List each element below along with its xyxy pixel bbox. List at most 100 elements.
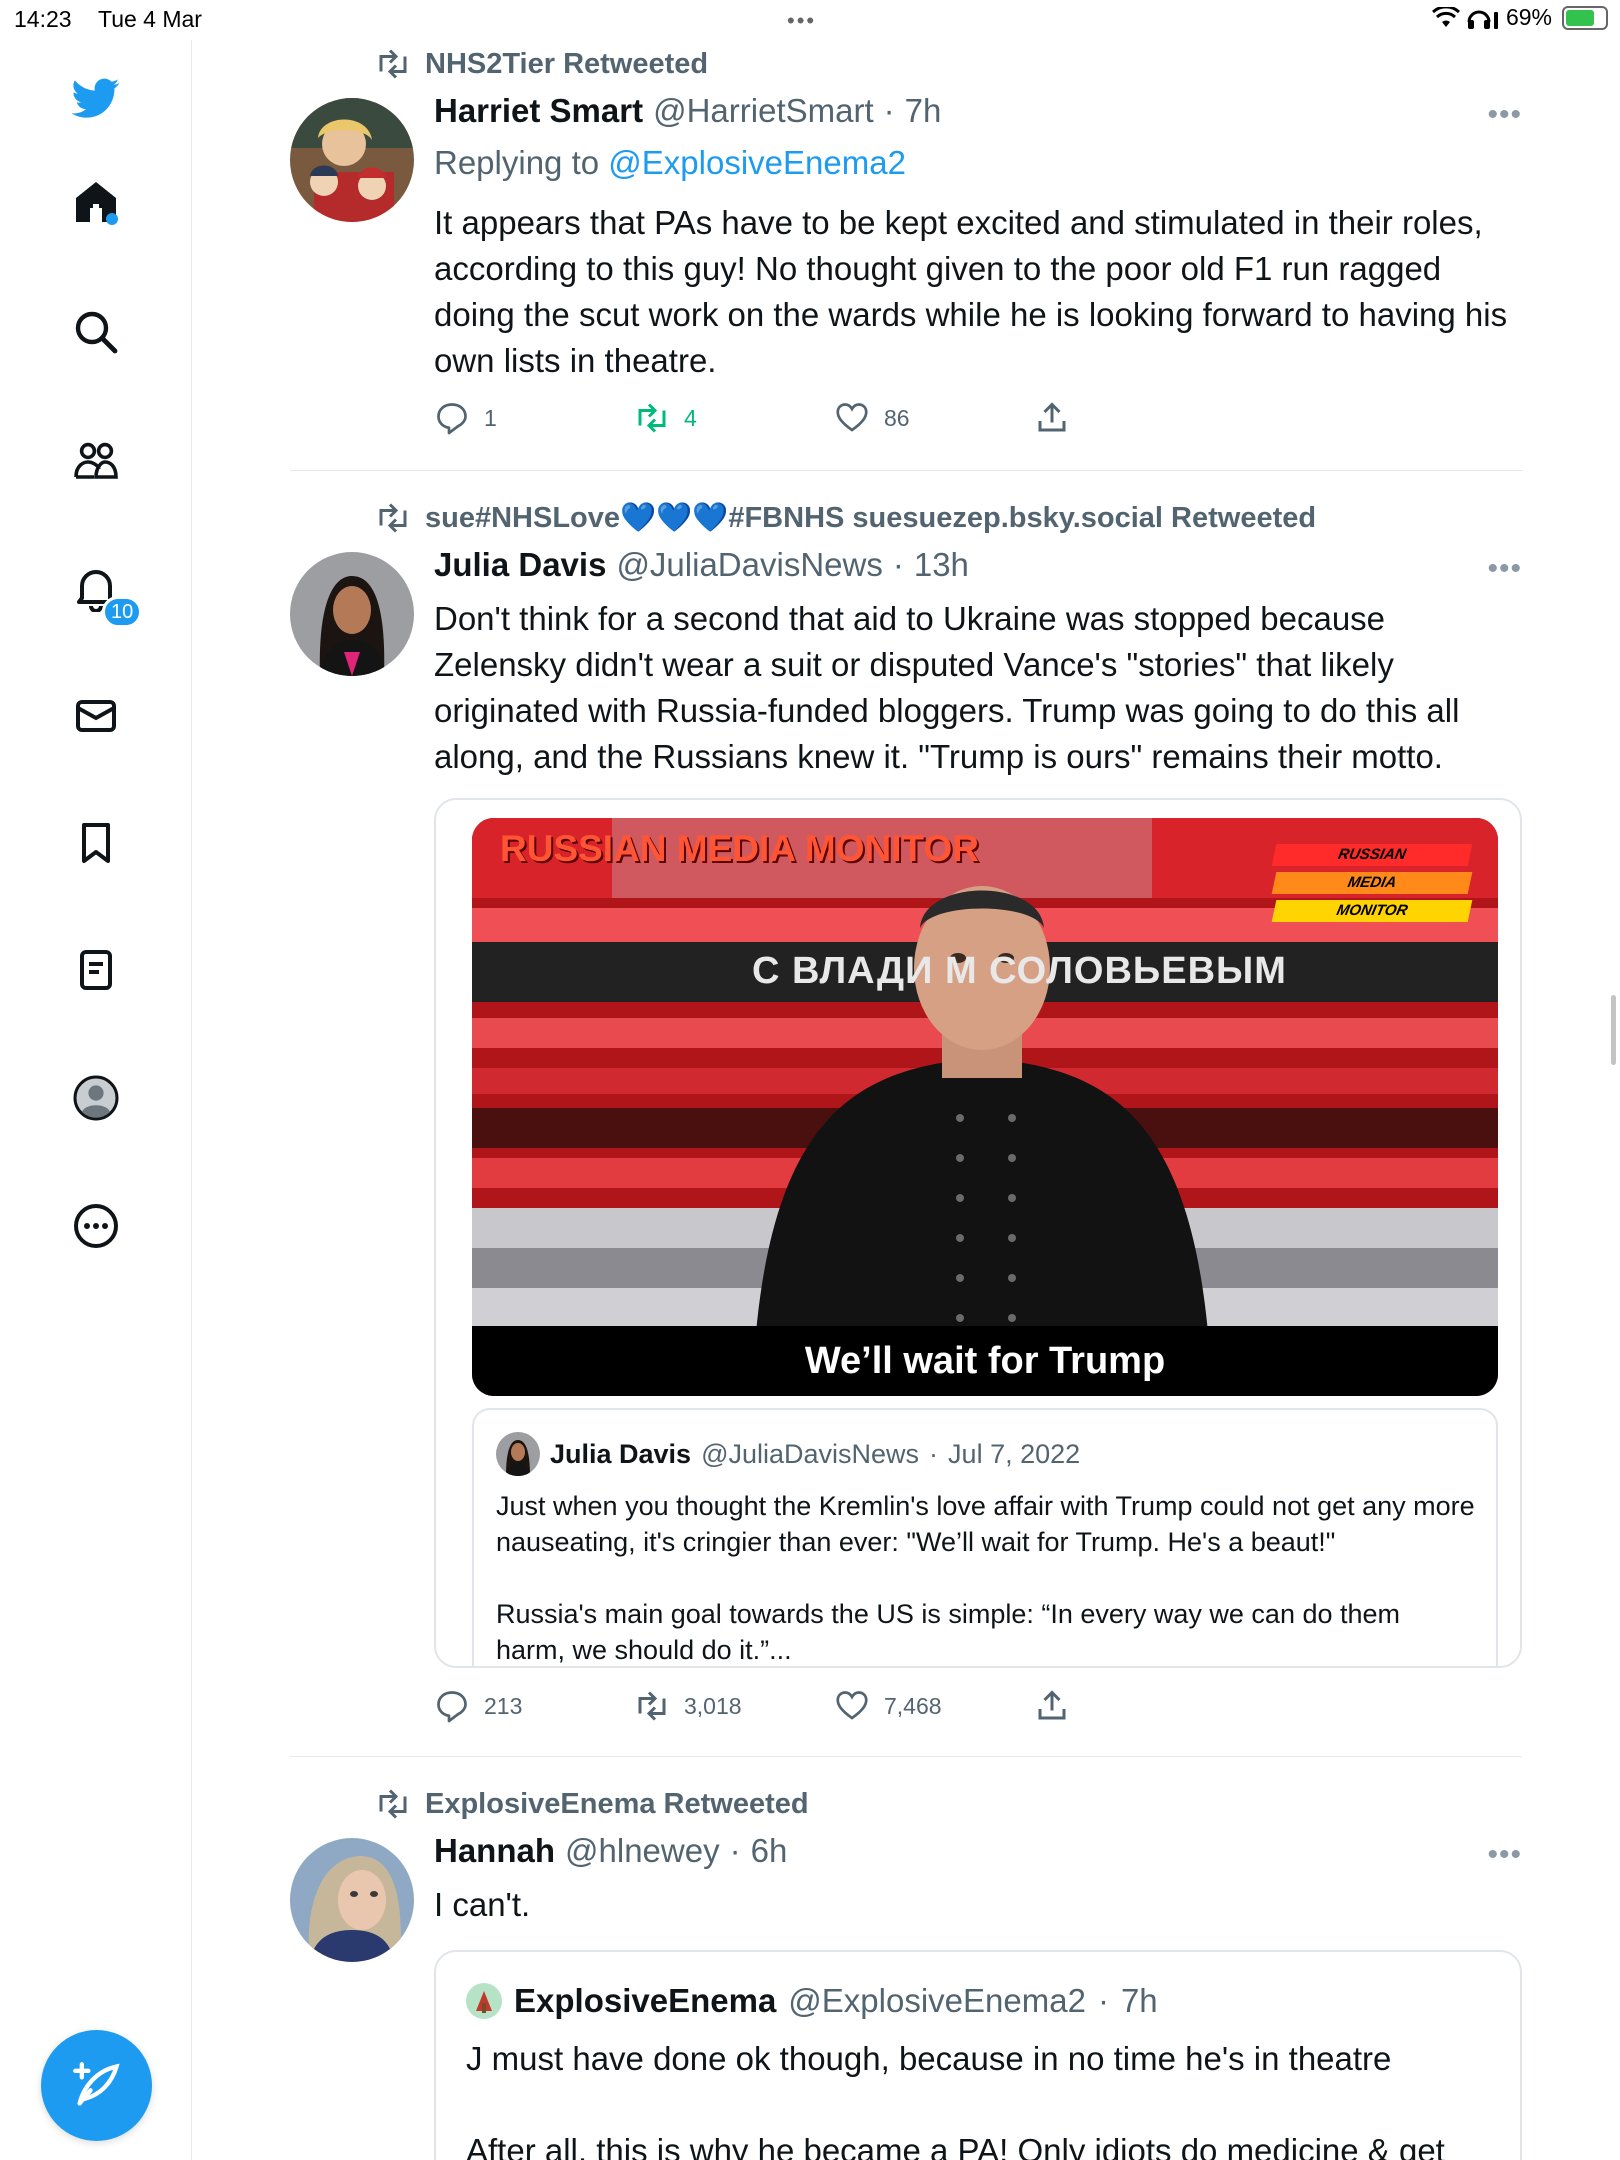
retweeted-by-label[interactable]: ExplosiveEnema Retweeted [425,1788,809,1821]
quoted-text: Just when you thought the Kremlin's love… [496,1491,1475,1557]
tweet-header: Hannah @hlnewey · 6h [434,1832,787,1870]
retweeted-by-label[interactable]: NHS2Tier Retweeted [425,48,708,81]
avatar[interactable] [290,98,414,222]
avatar[interactable] [290,1838,414,1962]
logo-line: MEDIA [1271,872,1473,894]
tweet-header: Harriet Smart @HarrietSmart · 7h [434,92,941,130]
separator-dot: · [892,546,904,583]
share-button[interactable] [1034,400,1070,436]
compose-quill-icon [72,2061,120,2105]
tweet-time[interactable]: 6h [751,1832,788,1870]
sidebar: 10 [0,40,192,2160]
retweet-context: ExplosiveEnema Retweeted [375,1786,809,1822]
home-unread-dot [106,213,118,225]
video-overlay-title: RUSSIAN MEDIA MONITOR [500,828,979,869]
video-thumbnail[interactable]: RUSSIAN MEDIA MONITOR С ВЛАДИ М СОЛОВЬЕВ… [472,818,1498,1396]
replying-to-mention[interactable]: @ExplosiveEnema2 [608,144,906,181]
communities-icon[interactable] [68,433,124,489]
reply-count: 213 [484,1692,523,1719]
quoted-author-handle: @JuliaDavisNews [701,1438,920,1469]
reply-icon [437,403,467,435]
like-button[interactable]: 86 [834,400,910,436]
retweet-context: NHS2Tier Retweeted [375,46,708,82]
reply-button[interactable]: 1 [434,400,497,436]
quoted-tweet[interactable]: ExplosiveEnema @ExplosiveEnema2 · 7h J m… [434,1950,1522,2160]
logo-line: MONITOR [1271,900,1473,922]
avatar[interactable] [290,552,414,676]
tweet-actions: 213 3,018 7,468 [434,1688,1134,1728]
retweeted-by-label[interactable]: sue#NHSLove💙💙💙#FBNHS suesuezep.bsky.soci… [425,501,1316,535]
more-options-icon[interactable]: ••• [1487,98,1522,132]
status-date: Tue 4 Mar [98,6,202,32]
tweet-text: I can't. [434,1886,531,1923]
reply-count: 1 [484,404,497,431]
reply-icon [437,1691,467,1723]
status-bar: 14:23 Tue 4 Mar ••• 69% [0,0,1620,40]
share-icon [1038,402,1066,432]
quoted-author-name: ExplosiveEnema [514,1982,777,2019]
battery-icon [1562,5,1608,30]
search-icon[interactable] [68,304,124,360]
twitter-bird-icon[interactable] [68,70,124,126]
author-handle[interactable]: @HarrietSmart [653,92,874,130]
tweet-header: Julia Davis @JuliaDavisNews · 13h [434,546,969,584]
multitasking-dots-icon[interactable]: ••• [787,8,816,34]
heart-icon [836,1691,868,1720]
tweet[interactable]: NHS2Tier Retweeted Harriet Smart @Harrie… [290,40,1522,470]
lists-icon[interactable] [68,942,124,998]
tweet-text: It appears that PAs have to be kept exci… [434,204,1508,379]
share-button[interactable] [1034,1688,1070,1724]
tweet-divider [290,1756,1522,1757]
retweet-icon [379,503,407,533]
separator-dot: · [729,1832,741,1869]
tweet[interactable]: ExplosiveEnema Retweeted Hannah @hlnewey… [290,1780,1522,2160]
rmm-logo: RUSSIAN MEDIA MONITOR [1271,844,1473,928]
bookmarks-icon[interactable] [68,815,124,871]
logo-line: RUSSIAN [1271,844,1473,866]
quoted-tweet[interactable]: Julia Davis @JuliaDavisNews · Jul 7, 202… [472,1408,1498,1666]
quoted-text: Russia's main goal towards the US is sim… [496,1599,1401,1665]
quoted-tweet-header: Julia Davis @JuliaDavisNews · Jul 7, 202… [496,1432,1080,1476]
author-handle[interactable]: @hlnewey [565,1832,720,1870]
wifi-icon [1431,6,1460,27]
like-count: 7,468 [884,1692,942,1719]
retweet-icon [379,49,407,79]
status-indicators: 69% [1431,4,1608,31]
quoted-text: J must have done ok though, because in n… [466,2040,1392,2077]
tweet-actions: 1 4 86 [434,400,1134,440]
retweet-icon [379,1789,407,1819]
messages-icon[interactable] [68,688,124,744]
heart-icon [836,403,868,432]
tweet-time[interactable]: 7h [905,92,942,130]
separator-dot: · [1097,1982,1109,2019]
like-button[interactable]: 7,468 [834,1688,942,1724]
scrollbar-thumb[interactable] [1611,995,1616,1065]
retweet-button[interactable]: 4 [634,400,697,436]
profile-icon[interactable] [68,1070,124,1126]
compose-tweet-button[interactable] [41,2030,152,2141]
media-card[interactable]: RUSSIAN MEDIA MONITOR С ВЛАДИ М СОЛОВЬЕВ… [434,798,1522,1668]
quoted-date: Jul 7, 2022 [948,1438,1081,1469]
more-options-icon[interactable]: ••• [1487,552,1522,586]
author-name[interactable]: Julia Davis [434,546,606,584]
retweet-icon [638,1691,666,1721]
tweet-time[interactable]: 13h [914,546,969,584]
quoted-time: 7h [1120,1982,1158,2019]
more-icon[interactable] [68,1198,124,1254]
headphones-icon [1467,10,1498,29]
author-name[interactable]: Hannah [434,1832,555,1870]
avatar [466,1983,502,2019]
retweet-icon [638,403,666,433]
status-time: 14:23 [14,6,72,32]
author-name[interactable]: Harriet Smart [434,92,643,130]
more-options-icon[interactable]: ••• [1487,1838,1522,1872]
notifications-badge: 10 [102,596,143,628]
video-banner-text: С ВЛАДИ М СОЛОВЬЕВЫМ [752,950,1287,992]
author-handle[interactable]: @JuliaDavisNews [616,546,882,584]
tweet[interactable]: sue#NHSLove💙💙💙#FBNHS suesuezep.bsky.soci… [290,494,1522,1754]
retweet-count: 3,018 [684,1692,742,1719]
reply-button[interactable]: 213 [434,1688,522,1724]
retweet-context: sue#NHSLove💙💙💙#FBNHS suesuezep.bsky.soci… [375,500,1316,536]
retweet-button[interactable]: 3,018 [634,1688,742,1724]
share-icon [1038,1690,1066,1720]
